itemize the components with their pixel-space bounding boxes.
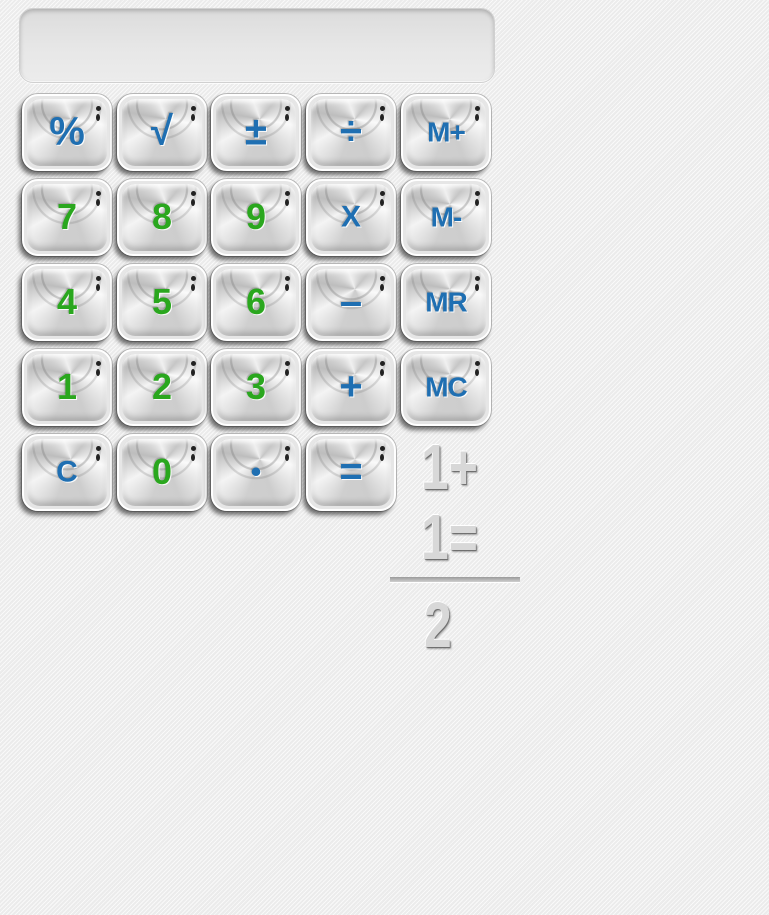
digit-5-button[interactable]: 5 [117, 264, 207, 341]
key-label: 1 [56, 365, 78, 407]
memory-subtract-button[interactable]: M- [401, 179, 491, 256]
key-label: 0 [151, 450, 173, 492]
calculator-display [19, 8, 495, 83]
percent-button[interactable]: % [22, 94, 112, 171]
digit-2-button[interactable]: 2 [117, 349, 207, 426]
key-label: 9 [245, 195, 267, 237]
add-button[interactable]: + [306, 349, 396, 426]
key-label: = [339, 449, 363, 494]
key-label: √ [151, 109, 173, 154]
key-label: 5 [151, 280, 173, 322]
clear-button[interactable]: C [22, 434, 112, 511]
decimal-point-button[interactable]: • [211, 434, 301, 511]
memory-clear-button[interactable]: MC [401, 349, 491, 426]
digit-4-button[interactable]: 4 [22, 264, 112, 341]
decoration-divider [390, 577, 520, 582]
digit-0-button[interactable]: 0 [117, 434, 207, 511]
key-label: – [339, 279, 363, 324]
key-label: ± [245, 109, 267, 154]
key-label: 4 [56, 280, 78, 322]
key-label: % [49, 109, 85, 154]
key-label: 6 [245, 280, 267, 322]
key-label: ÷ [340, 109, 362, 154]
plus-minus-button[interactable]: ± [211, 94, 301, 171]
digit-8-button[interactable]: 8 [117, 179, 207, 256]
digit-6-button[interactable]: 6 [211, 264, 301, 341]
square-root-button[interactable]: √ [117, 94, 207, 171]
key-label: X [340, 199, 361, 233]
key-label: MC [425, 370, 468, 402]
digit-7-button[interactable]: 7 [22, 179, 112, 256]
decoration-equation-result: 2 [424, 589, 452, 661]
key-label: 3 [245, 365, 267, 407]
key-label: 8 [151, 195, 173, 237]
memory-recall-button[interactable]: MR [401, 264, 491, 341]
key-label: C [56, 454, 78, 488]
divide-button[interactable]: ÷ [306, 94, 396, 171]
subtract-button[interactable]: – [306, 264, 396, 341]
key-label: MR [425, 285, 468, 317]
key-label: + [339, 364, 363, 409]
decoration-equation-line-1: 1+ [421, 431, 478, 503]
multiply-button[interactable]: X [306, 179, 396, 256]
decoration-equation-line-2: 1= [421, 501, 478, 573]
digit-1-button[interactable]: 1 [22, 349, 112, 426]
key-label: M- [430, 200, 463, 232]
equals-button[interactable]: = [306, 434, 396, 511]
key-label: M+ [427, 115, 466, 147]
key-label: 7 [56, 195, 78, 237]
key-label: • [250, 454, 262, 488]
digit-9-button[interactable]: 9 [211, 179, 301, 256]
digit-3-button[interactable]: 3 [211, 349, 301, 426]
memory-add-button[interactable]: M+ [401, 94, 491, 171]
key-label: 2 [151, 365, 173, 407]
